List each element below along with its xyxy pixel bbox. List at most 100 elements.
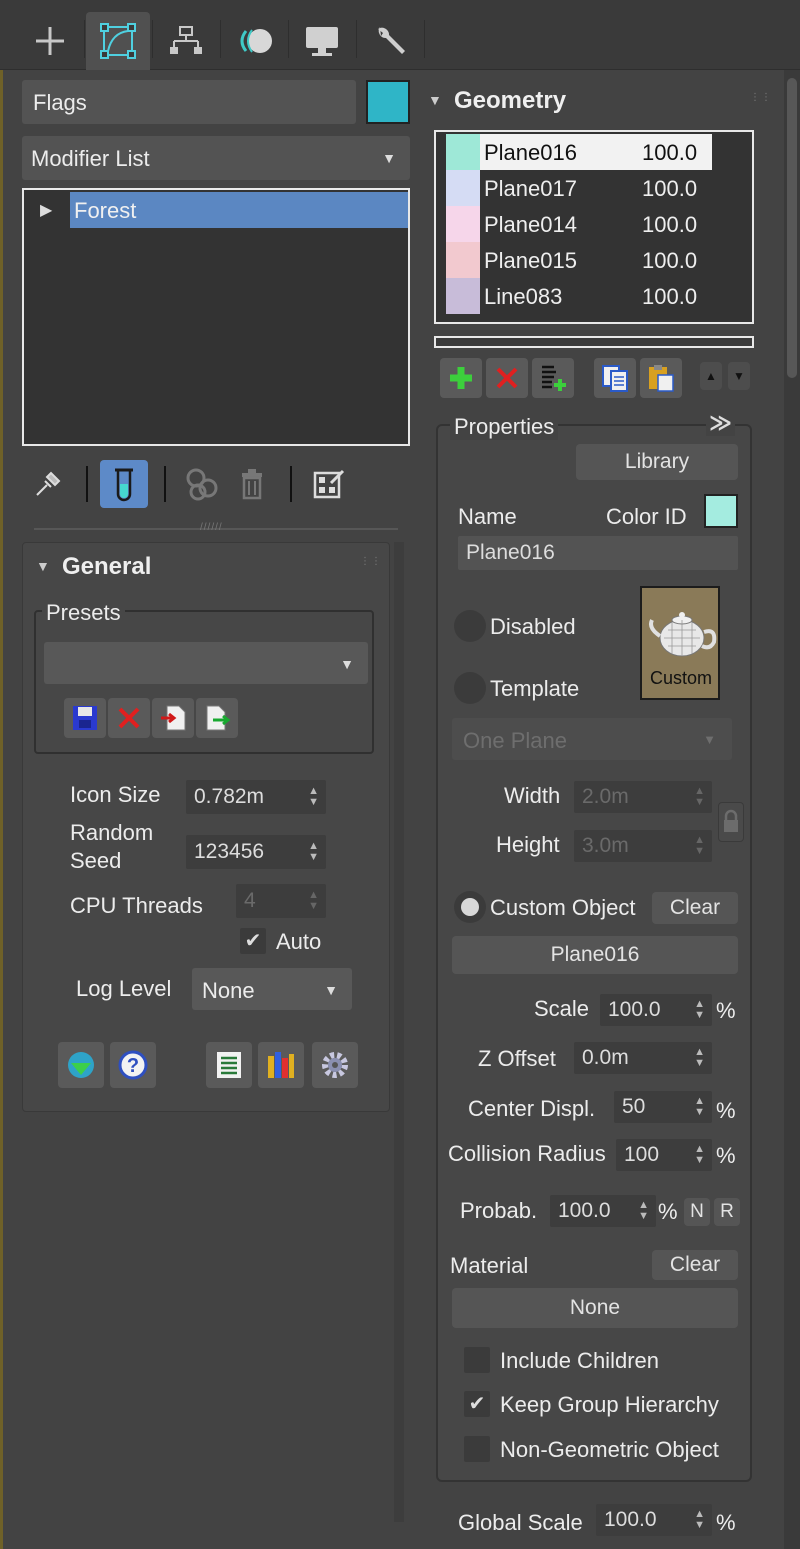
geometry-list-item[interactable]: Plane015 100.0 — [446, 242, 764, 278]
collapse-arrow-icon[interactable]: ▼ — [428, 92, 442, 108]
rollout-grip-icon[interactable]: ⋮⋮ — [360, 556, 382, 567]
center-displ-value: 50 — [622, 1095, 646, 1118]
geometry-title[interactable]: Geometry — [454, 87, 566, 115]
tab-utilities[interactable] — [358, 12, 422, 70]
help-button[interactable]: ? — [110, 1042, 156, 1088]
geometry-list-item[interactable]: Plane016 100.0 — [446, 134, 764, 170]
center-displ-spinner[interactable]: 50 ▲ ▼ — [614, 1091, 712, 1123]
delete-preset-button[interactable] — [108, 698, 150, 738]
paste-button[interactable] — [640, 358, 682, 398]
custom-object-clear-button[interactable]: Clear — [652, 892, 738, 924]
geometry-list-item[interactable]: Plane017 100.0 — [446, 170, 764, 206]
tab-motion[interactable] — [222, 12, 286, 70]
right-panel-scrollbar[interactable] — [784, 70, 800, 1549]
width-spinner[interactable]: 2.0m ▲ ▼ — [574, 781, 712, 813]
r-button[interactable]: R — [714, 1198, 740, 1226]
scrollbar-thumb[interactable] — [787, 78, 797, 378]
spinner-arrows-icon[interactable]: ▲ ▼ — [308, 786, 319, 808]
geometry-list-scrollbar[interactable] — [434, 336, 754, 348]
update-button[interactable] — [58, 1042, 104, 1088]
presets-dropdown[interactable]: ▼ — [44, 642, 368, 684]
copy-button[interactable] — [594, 358, 636, 398]
material-pick-button[interactable]: None — [452, 1288, 738, 1328]
material-clear-button[interactable]: Clear — [652, 1250, 738, 1280]
tab-modify[interactable] — [86, 12, 150, 70]
collision-radius-spinner[interactable]: 100 ▲ ▼ — [616, 1139, 712, 1171]
spinner-arrows-icon[interactable]: ▲ ▼ — [694, 1509, 705, 1531]
global-scale-spinner[interactable]: 100.0 ▲ ▼ — [596, 1504, 712, 1536]
include-children-checkbox[interactable] — [464, 1347, 490, 1373]
geometry-list-item[interactable]: Line083 100.0 — [446, 278, 764, 314]
name-input[interactable]: Plane016 — [458, 536, 738, 570]
disabled-radio[interactable] — [454, 610, 486, 642]
spinner-arrows-icon[interactable]: ▲ ▼ — [638, 1200, 649, 1222]
tab-create[interactable] — [18, 12, 82, 70]
spinner-arrows-icon[interactable]: ▲ ▼ — [694, 1047, 705, 1069]
import-preset-button[interactable] — [152, 698, 194, 738]
spinner-arrows-icon[interactable]: ▲ ▼ — [694, 1096, 705, 1118]
tab-display[interactable] — [290, 12, 354, 70]
geometry-color-swatch — [446, 206, 480, 242]
icon-size-spinner[interactable]: 0.782m ▲ ▼ — [186, 780, 326, 814]
remove-geometry-button[interactable] — [486, 358, 528, 398]
collapse-arrow-icon[interactable]: ▼ — [36, 558, 50, 574]
rollout-grip-icon[interactable]: ⋮⋮ — [750, 92, 772, 103]
spinner-arrows-icon[interactable]: ▲ ▼ — [694, 786, 705, 808]
left-panel-scrollbar[interactable] — [394, 542, 404, 1522]
custom-object-radio[interactable] — [454, 891, 486, 923]
spinner-arrows-icon[interactable]: ▲ ▼ — [694, 999, 705, 1021]
log-button[interactable] — [206, 1042, 252, 1088]
collapse-properties-icon[interactable]: ≫ — [706, 410, 736, 436]
geometry-list[interactable]: Plane016 100.0 Plane017 100.0 Plane014 100.0 P… — [434, 130, 754, 324]
material-label: Material — [450, 1253, 529, 1278]
flags-field[interactable]: Flags — [22, 80, 356, 124]
modifier-stack[interactable]: ▶ Forest — [22, 188, 410, 446]
scale-spinner[interactable]: 100.0 ▲ ▼ — [600, 994, 712, 1026]
color-id-swatch[interactable] — [704, 494, 738, 528]
library-button[interactable]: Library — [576, 444, 738, 480]
library-books-button[interactable] — [258, 1042, 304, 1088]
chevron-down-icon: ▼ — [324, 982, 338, 998]
n-button[interactable]: N — [684, 1198, 710, 1226]
z-offset-spinner[interactable]: 0.0m ▲ ▼ — [574, 1042, 712, 1074]
spinner-arrows-icon[interactable]: ▲ ▼ — [694, 835, 705, 857]
general-title[interactable]: General — [62, 553, 151, 581]
template-radio[interactable] — [454, 672, 486, 704]
tab-hierarchy[interactable] — [154, 12, 218, 70]
stack-item-forest[interactable]: ▶ Forest — [24, 192, 408, 228]
expand-arrow-icon[interactable]: ▶ — [40, 200, 52, 220]
configure-modifier-sets-button[interactable] — [306, 462, 350, 506]
plane-type-dropdown[interactable]: One Plane ▼ — [452, 718, 732, 760]
pin-stack-button[interactable] — [30, 462, 66, 506]
move-up-button[interactable]: ▲ — [700, 362, 722, 390]
add-list-button[interactable] — [532, 358, 574, 398]
remove-modifier-button[interactable] — [232, 462, 272, 506]
save-preset-button[interactable] — [64, 698, 106, 738]
flags-color-swatch[interactable] — [366, 80, 410, 124]
non-geometric-object-checkbox[interactable] — [464, 1436, 490, 1462]
geometry-item-value: 100.0 — [642, 212, 698, 237]
custom-thumbnail[interactable]: Custom — [640, 586, 720, 700]
modifier-list-dropdown[interactable]: Modifier List ▼ — [22, 136, 410, 180]
random-seed-spinner[interactable]: 123456 ▲ ▼ — [186, 835, 326, 869]
probab-spinner[interactable]: 100.0 ▲ ▼ — [550, 1195, 656, 1227]
settings-button[interactable] — [312, 1042, 358, 1088]
spinner-arrows-icon[interactable]: ▲ ▼ — [694, 1144, 705, 1166]
panel-splitter-grip[interactable]: ////// — [200, 522, 223, 533]
lock-aspect-button[interactable] — [718, 802, 744, 842]
keep-group-hierarchy-checkbox[interactable]: ✔ — [464, 1391, 490, 1417]
spinner-arrows-icon[interactable]: ▲ ▼ — [308, 841, 319, 863]
custom-object-pick-button[interactable]: Plane016 — [452, 936, 738, 974]
show-end-result-button[interactable] — [100, 460, 148, 508]
log-level-dropdown[interactable]: None ▼ — [192, 968, 352, 1010]
move-down-button[interactable]: ▼ — [728, 362, 750, 390]
make-unique-button[interactable] — [180, 462, 224, 506]
cpu-threads-spinner[interactable]: 4 ▲ ▼ — [236, 884, 326, 918]
height-spinner[interactable]: 3.0m ▲ ▼ — [574, 830, 712, 862]
geometry-item-name: Plane017 — [484, 176, 577, 201]
add-geometry-button[interactable] — [440, 358, 482, 398]
auto-checkbox[interactable]: ✔ — [240, 928, 266, 954]
geometry-list-item[interactable]: Plane014 100.0 — [446, 206, 764, 242]
spinner-arrows-icon[interactable]: ▲ ▼ — [308, 890, 319, 912]
export-preset-button[interactable] — [196, 698, 238, 738]
